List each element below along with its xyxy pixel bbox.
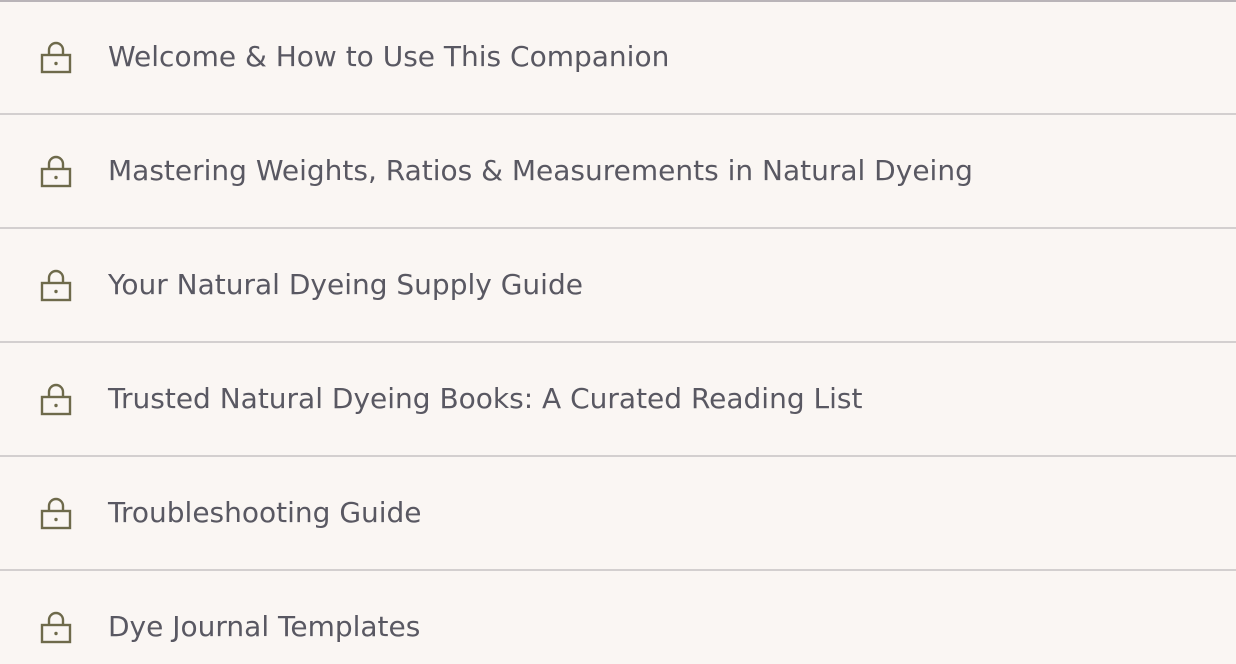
lock-icon: [40, 382, 72, 416]
lesson-row[interactable]: Troubleshooting Guide: [0, 458, 1236, 571]
lesson-row[interactable]: Dye Journal Templates: [0, 572, 1236, 664]
lock-icon: [40, 496, 72, 530]
lesson-row[interactable]: Your Natural Dyeing Supply Guide: [0, 230, 1236, 343]
lesson-title: Your Natural Dyeing Supply Guide: [108, 268, 583, 301]
lesson-title: Troubleshooting Guide: [108, 496, 422, 529]
lock-icon: [40, 40, 72, 74]
lesson-list: Welcome & How to Use This Companion Mast…: [0, 0, 1236, 664]
lesson-row[interactable]: Mastering Weights, Ratios & Measurements…: [0, 116, 1236, 229]
lesson-title: Welcome & How to Use This Companion: [108, 40, 670, 73]
lesson-title: Trusted Natural Dyeing Books: A Curated …: [108, 382, 863, 415]
lock-icon: [40, 154, 72, 188]
lock-icon: [40, 610, 72, 644]
lesson-row[interactable]: Trusted Natural Dyeing Books: A Curated …: [0, 344, 1236, 457]
lesson-row[interactable]: Welcome & How to Use This Companion: [0, 2, 1236, 115]
lock-icon: [40, 268, 72, 302]
lesson-title: Mastering Weights, Ratios & Measurements…: [108, 154, 973, 187]
lesson-title: Dye Journal Templates: [108, 610, 421, 643]
